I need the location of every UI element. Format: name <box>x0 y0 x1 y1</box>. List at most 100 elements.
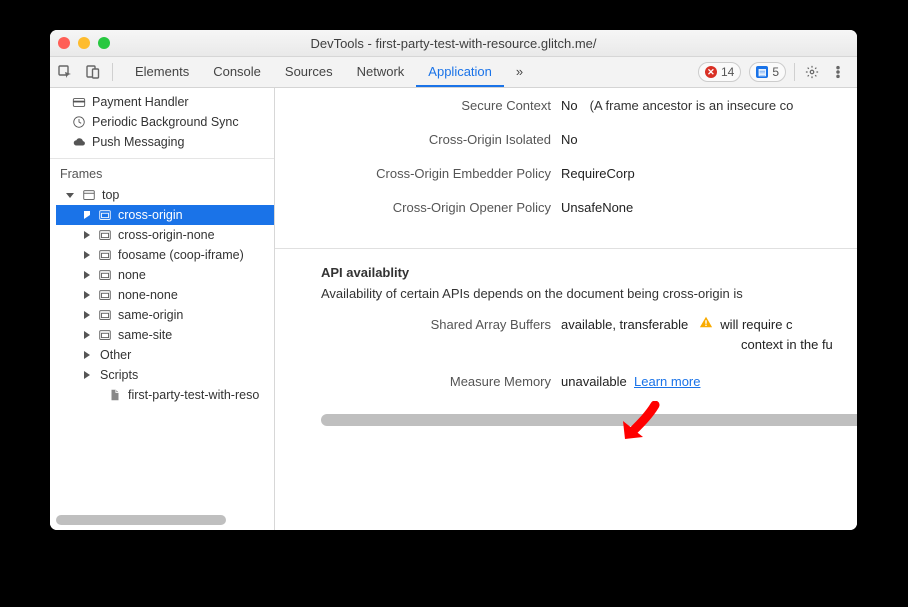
scrollbar-thumb[interactable] <box>321 414 857 426</box>
frame-label: none-none <box>118 288 178 302</box>
frame-same-origin[interactable]: same-origin <box>56 305 274 325</box>
frame-foosame[interactable]: foosame (coop-iframe) <box>56 245 274 265</box>
row-cross-origin-isolated: Cross-Origin Isolated No <box>291 132 841 166</box>
application-sidebar: Payment Handler Periodic Background Sync… <box>50 88 275 530</box>
tree-toggle-icon[interactable] <box>84 251 90 259</box>
window-icon <box>82 188 96 202</box>
api-availability-heading: API availablity <box>275 249 857 286</box>
tree-toggle-icon[interactable] <box>84 311 90 319</box>
maximize-window-button[interactable] <box>98 37 110 49</box>
value-sab: available, transferable <box>561 317 688 332</box>
message-count-chip[interactable]: ▤ 5 <box>749 62 786 82</box>
label-secure-context: Secure Context <box>291 98 561 113</box>
toolbar-separator <box>794 63 795 81</box>
tree-toggle-icon[interactable] <box>84 331 90 339</box>
content-horizontal-scrollbar[interactable] <box>321 414 845 428</box>
tree-toggle-icon[interactable] <box>84 231 90 239</box>
label-measure-memory: Measure Memory <box>291 372 561 389</box>
value-sab-warn-2: context in the fu <box>741 335 833 355</box>
window-controls <box>58 37 110 49</box>
value-secure-context: No <box>561 98 578 113</box>
frame-label: cross-origin-none <box>118 228 215 242</box>
error-count-chip[interactable]: ✕ 14 <box>698 62 741 82</box>
row-coep: Cross-Origin Embedder Policy RequireCorp <box>291 166 841 200</box>
row-measure-memory: Measure Memory unavailable Learn more <box>275 372 857 406</box>
sidebar-item-label: Periodic Background Sync <box>92 115 239 129</box>
tree-toggle-icon[interactable] <box>66 193 74 198</box>
label-coop: Cross-Origin Opener Policy <box>291 200 561 215</box>
titlebar: DevTools - first-party-test-with-resourc… <box>50 30 857 57</box>
frame-label: Scripts <box>100 368 138 382</box>
minimize-window-button[interactable] <box>78 37 90 49</box>
iframe-icon <box>98 308 112 322</box>
frame-label: cross-origin <box>118 208 183 222</box>
scrollbar-thumb[interactable] <box>56 515 226 525</box>
iframe-icon <box>98 228 112 242</box>
cloud-icon <box>72 135 86 149</box>
frame-label: same-origin <box>118 308 183 322</box>
frame-top[interactable]: top <box>56 185 274 205</box>
tab-application[interactable]: Application <box>416 57 504 87</box>
tree-toggle-icon[interactable] <box>84 371 90 379</box>
sidebar-item-label: Push Messaging <box>92 135 184 149</box>
value-secure-context-note: (A frame ancestor is an insecure co <box>590 98 794 113</box>
sidebar-item-push-messaging[interactable]: Push Messaging <box>50 132 274 152</box>
message-count: 5 <box>772 65 779 79</box>
frame-label: same-site <box>118 328 172 342</box>
frame-none-none[interactable]: none-none <box>56 285 274 305</box>
frames-tree: top cross-origin cross-origin-none <box>50 185 274 405</box>
sidebar-section-frames: Frames <box>50 159 274 185</box>
learn-more-link[interactable]: Learn more <box>634 374 700 389</box>
sidebar-horizontal-scrollbar[interactable] <box>56 514 268 526</box>
frame-other[interactable]: Other <box>56 345 274 365</box>
toolbar: Elements Console Sources Network Applica… <box>50 57 857 88</box>
devtools-window: DevTools - first-party-test-with-resourc… <box>50 30 857 530</box>
row-shared-array-buffers: Shared Array Buffers available, transfer… <box>275 315 857 354</box>
frame-none[interactable]: none <box>56 265 274 285</box>
frame-cross-origin[interactable]: cross-origin <box>56 205 274 225</box>
device-toggle-icon[interactable] <box>84 63 102 81</box>
frame-same-site[interactable]: same-site <box>56 325 274 345</box>
settings-gear-icon[interactable] <box>803 63 821 81</box>
tab-overflow-icon[interactable]: » <box>504 57 535 87</box>
sidebar-item-label: Payment Handler <box>92 95 189 109</box>
label-coep: Cross-Origin Embedder Policy <box>291 166 561 181</box>
frame-label: none <box>118 268 146 282</box>
payment-icon <box>72 95 86 109</box>
api-availability-description: Availability of certain APIs depends on … <box>275 286 857 315</box>
tree-toggle-icon[interactable] <box>84 271 90 279</box>
tab-network[interactable]: Network <box>345 57 417 87</box>
iframe-icon <box>98 268 112 282</box>
label-sab: Shared Array Buffers <box>291 315 561 332</box>
iframe-icon <box>98 208 112 222</box>
frame-cross-origin-none[interactable]: cross-origin-none <box>56 225 274 245</box>
error-count: 14 <box>721 65 734 79</box>
value-sab-warn-1: will require c <box>720 317 792 332</box>
frame-label: top <box>102 188 119 202</box>
tab-elements[interactable]: Elements <box>123 57 201 87</box>
tab-sources[interactable]: Sources <box>273 57 345 87</box>
more-options-icon[interactable] <box>829 63 847 81</box>
error-icon: ✕ <box>705 66 717 78</box>
tree-toggle-icon[interactable] <box>84 211 90 219</box>
toolbar-separator <box>112 63 113 81</box>
close-window-button[interactable] <box>58 37 70 49</box>
frame-scripts[interactable]: Scripts <box>56 365 274 385</box>
value-coi: No <box>561 132 578 147</box>
inspect-element-icon[interactable] <box>56 63 74 81</box>
panel-tabs: Elements Console Sources Network Applica… <box>123 57 535 87</box>
tab-console[interactable]: Console <box>201 57 273 87</box>
frame-label: foosame (coop-iframe) <box>118 248 244 262</box>
sidebar-item-payment-handler[interactable]: Payment Handler <box>50 92 274 112</box>
tree-toggle-icon[interactable] <box>84 351 90 359</box>
tree-toggle-icon[interactable] <box>84 291 90 299</box>
value-coop: UnsafeNone <box>561 200 633 215</box>
frame-label: first-party-test-with-reso <box>128 388 259 402</box>
window-title: DevTools - first-party-test-with-resourc… <box>50 36 857 51</box>
message-icon: ▤ <box>756 66 768 78</box>
document-icon <box>108 388 122 402</box>
frame-document[interactable]: first-party-test-with-reso <box>56 385 274 405</box>
row-secure-context: Secure Context No (A frame ancestor is a… <box>291 98 841 132</box>
sidebar-item-periodic-sync[interactable]: Periodic Background Sync <box>50 112 274 132</box>
label-coi: Cross-Origin Isolated <box>291 132 561 147</box>
